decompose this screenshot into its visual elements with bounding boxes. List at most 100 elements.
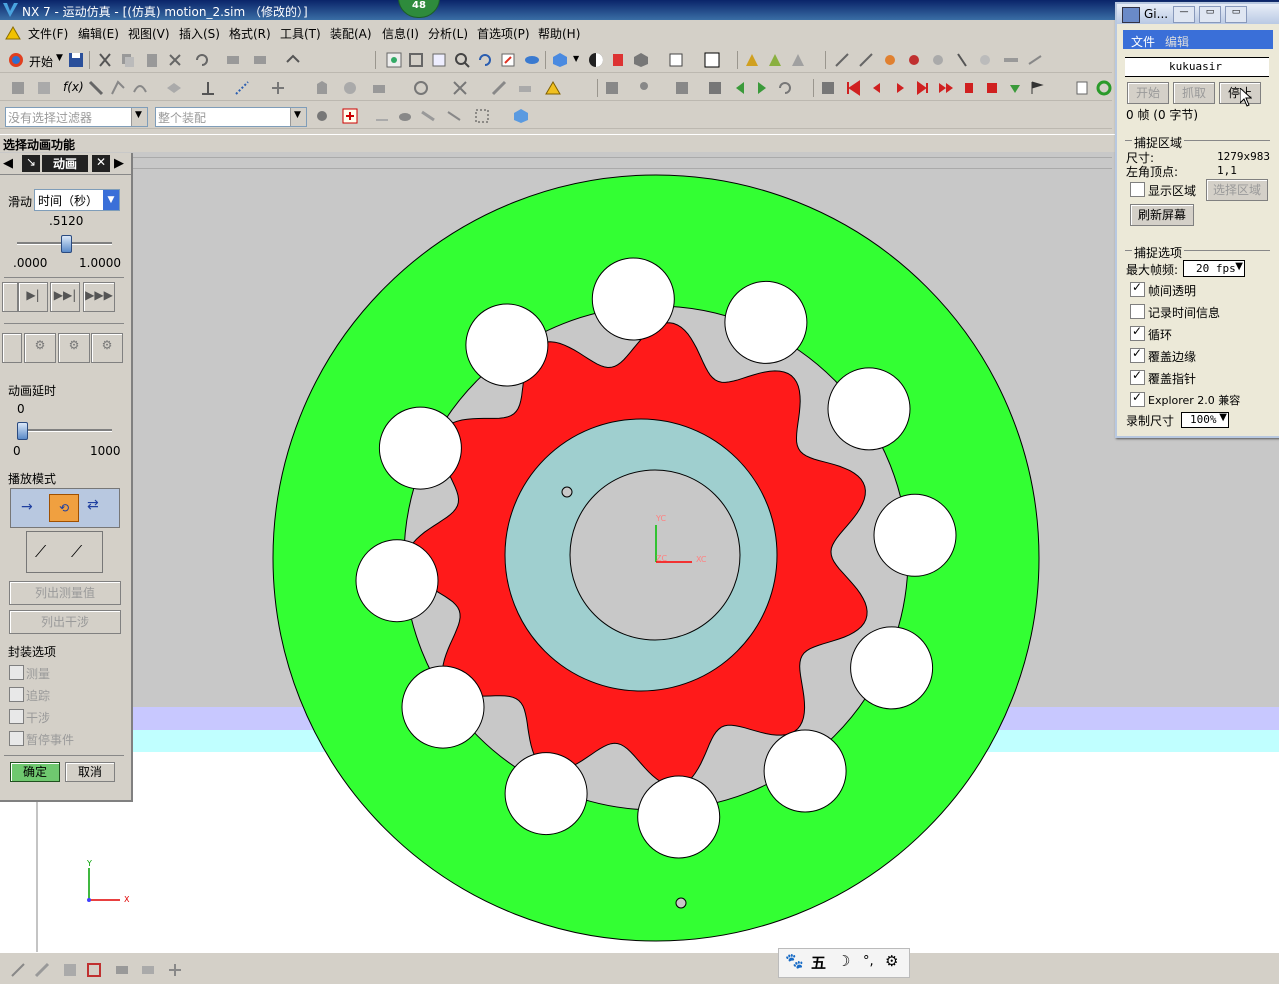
- gif-menu-edit[interactable]: 编辑: [1165, 33, 1189, 50]
- feature-icon-1[interactable]: [10, 80, 26, 96]
- motion-icon-2[interactable]: [767, 52, 783, 68]
- delete-icon[interactable]: [167, 52, 183, 68]
- pin-roller[interactable]: [504, 752, 588, 836]
- page-icon[interactable]: [1074, 80, 1090, 96]
- arrow-right-icon[interactable]: [754, 80, 770, 96]
- sketch-icon-3[interactable]: [882, 52, 898, 68]
- section-icon[interactable]: [610, 52, 626, 68]
- pin-roller[interactable]: [724, 280, 808, 364]
- snapshot-button-2[interactable]: ⚙: [24, 333, 56, 363]
- opt-checkbox-5[interactable]: [1130, 390, 1145, 407]
- menu-assembly[interactable]: 装配(A): [330, 25, 372, 42]
- bottom-tool-icon-6[interactable]: [140, 962, 156, 978]
- rotate-icon[interactable]: [477, 52, 493, 68]
- chevron-down-icon[interactable]: ▼: [103, 190, 119, 210]
- sim-icon-2[interactable]: [636, 80, 652, 96]
- flag-icon[interactable]: [1029, 80, 1045, 96]
- line-icon[interactable]: [88, 80, 104, 96]
- reverse-icon[interactable]: ⇄: [87, 497, 99, 513]
- opt-checkbox-2[interactable]: [1130, 324, 1145, 341]
- csys-icon[interactable]: [200, 80, 216, 96]
- opt-checkbox-1[interactable]: [1130, 304, 1145, 319]
- pin-roller[interactable]: [401, 665, 485, 749]
- arrow-left-icon[interactable]: [732, 80, 748, 96]
- snap-icon-4[interactable]: [420, 108, 436, 124]
- delay-slider-track[interactable]: [17, 429, 112, 432]
- opt-checkbox-0[interactable]: [1130, 280, 1145, 297]
- pattern-icon[interactable]: [413, 80, 429, 96]
- pin-roller[interactable]: [465, 303, 549, 387]
- fast-forward-button[interactable]: ▶▶▶: [83, 282, 115, 312]
- trim-icon[interactable]: [491, 80, 507, 96]
- render-style-icon[interactable]: [552, 52, 568, 68]
- gif-menu-file[interactable]: 文件: [1131, 33, 1155, 50]
- chevron-down-icon[interactable]: ▼: [131, 108, 147, 126]
- paw-icon[interactable]: 🐾: [785, 952, 804, 970]
- revolve-icon[interactable]: [342, 80, 358, 96]
- tool-icon-3[interactable]: [285, 52, 301, 68]
- anim-stop-icon[interactable]: [820, 80, 836, 96]
- record-size-select[interactable]: 100% ▼: [1181, 412, 1229, 428]
- bottom-tool-icon-5[interactable]: [114, 962, 130, 978]
- sketch-icon-5[interactable]: [930, 52, 946, 68]
- point-icon-2[interactable]: [270, 80, 286, 96]
- punctuation-icon[interactable]: °,: [863, 954, 874, 969]
- pin-roller[interactable]: [355, 539, 439, 623]
- bottom-tool-icon-3[interactable]: [62, 962, 78, 978]
- sketch-icon-7[interactable]: [977, 52, 993, 68]
- sim-icon-3[interactable]: [674, 80, 690, 96]
- zoom-icon[interactable]: [431, 52, 447, 68]
- play-button[interactable]: ▶|: [18, 282, 48, 312]
- chevron-down-icon[interactable]: ▼: [1235, 261, 1243, 272]
- sketch-icon-6[interactable]: [954, 52, 970, 68]
- chevron-down-icon[interactable]: ▼: [290, 108, 306, 126]
- pin-roller[interactable]: [378, 406, 462, 490]
- opt-checkbox-3[interactable]: [1130, 346, 1145, 363]
- bottom-tool-icon-7[interactable]: [167, 962, 183, 978]
- render-dropdown-icon[interactable]: ▼: [573, 54, 579, 63]
- interference-checkbox[interactable]: [9, 709, 24, 724]
- perspective-icon[interactable]: [524, 52, 540, 68]
- pin-roller[interactable]: [637, 775, 721, 859]
- bottom-tool-icon-1[interactable]: [10, 962, 26, 978]
- motion-icon-1[interactable]: [744, 52, 760, 68]
- bottom-tool-icon-4[interactable]: [86, 962, 102, 978]
- blend-icon[interactable]: [371, 80, 387, 96]
- anim-step-icon[interactable]: [915, 80, 931, 96]
- assembly-scope-combo[interactable]: 整个装配 ▼: [155, 107, 307, 127]
- gif-minimize-icon[interactable]: —: [1173, 6, 1195, 23]
- chevron-right-icon[interactable]: ▶: [114, 156, 124, 171]
- gif-capture-button[interactable]: 抓取: [1173, 82, 1215, 104]
- selection-filter-combo[interactable]: 没有选择过滤器 ▼: [5, 107, 148, 127]
- sketch-icon-9[interactable]: [1027, 52, 1043, 68]
- menu-edit[interactable]: 编辑(E): [78, 25, 119, 42]
- slider-mode-select[interactable]: 时间（秒） ▼: [34, 189, 120, 211]
- point-icon[interactable]: [234, 80, 250, 96]
- trace-icon-1[interactable]: ⟋: [35, 542, 46, 562]
- menu-tools[interactable]: 工具(T): [280, 25, 321, 42]
- opt-checkbox-4[interactable]: [1130, 368, 1145, 385]
- cube-icon[interactable]: [513, 108, 529, 124]
- mirror-icon[interactable]: [452, 80, 468, 96]
- max-fps-select[interactable]: 20 fps ▼: [1183, 260, 1245, 277]
- show-area-checkbox[interactable]: [1130, 182, 1145, 197]
- loop-icon[interactable]: ⟲: [49, 494, 79, 522]
- pin-tool-icon[interactable]: ↘: [22, 155, 40, 172]
- gear-icon[interactable]: ⚙: [885, 952, 898, 970]
- layer-icon[interactable]: [668, 52, 684, 68]
- ok-button[interactable]: 确定: [10, 762, 60, 782]
- chevron-left-icon[interactable]: ◀: [3, 156, 13, 171]
- color-box-icon[interactable]: [704, 52, 720, 68]
- cut-icon[interactable]: [97, 52, 113, 68]
- list-interference-button[interactable]: 列出干涉: [9, 610, 121, 634]
- sketch-icon-4[interactable]: [906, 52, 922, 68]
- spline-icon[interactable]: [132, 80, 148, 96]
- snap-icon-3[interactable]: [397, 108, 413, 124]
- fit-view-icon[interactable]: [386, 52, 402, 68]
- save-icon[interactable]: [68, 52, 84, 68]
- ime-mode[interactable]: 五: [811, 952, 826, 973]
- snap-icon[interactable]: [342, 108, 358, 124]
- mechanism-drawing[interactable]: YC XC ZC Y X: [0, 152, 1279, 952]
- start-button[interactable]: 开始: [29, 53, 53, 70]
- delay-slider-thumb[interactable]: [17, 422, 28, 440]
